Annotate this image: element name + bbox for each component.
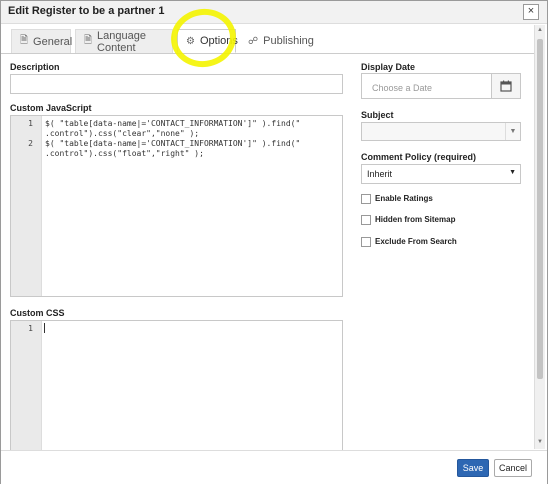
- dialog-titlebar: Edit Register to be a partner 1 ×: [1, 1, 547, 24]
- save-button[interactable]: Save: [457, 459, 489, 477]
- dialog-title: Edit Register to be a partner 1: [8, 5, 165, 17]
- subject-select[interactable]: ▼: [361, 122, 521, 141]
- hidden-from-sitemap-label: Hidden from Sitemap: [375, 215, 456, 224]
- subject-label: Subject: [361, 110, 394, 120]
- custom-css-label: Custom CSS: [10, 308, 65, 318]
- code-line: $( "table[data-name|='CONTACT_INFORMATIO…: [45, 139, 301, 148]
- date-placeholder: Choose a Date: [372, 83, 433, 93]
- description-input[interactable]: [10, 74, 343, 94]
- enable-ratings-checkbox[interactable]: [361, 194, 371, 204]
- code-line: $( "table[data-name|='CONTACT_INFORMATIO…: [45, 119, 301, 128]
- scroll-down-icon[interactable]: ▼: [536, 439, 544, 447]
- line-number: 2: [28, 139, 33, 148]
- hidden-from-sitemap-checkbox[interactable]: [361, 215, 371, 225]
- chevron-down-icon: ▼: [505, 123, 520, 140]
- close-button[interactable]: ×: [523, 4, 539, 20]
- tab-publishing-label: Publishing: [263, 35, 314, 47]
- comment-policy-select[interactable]: Inherit ▼: [361, 164, 521, 184]
- calendar-icon: [500, 80, 512, 92]
- custom-javascript-label: Custom JavaScript: [10, 103, 92, 113]
- scroll-up-icon[interactable]: ▲: [536, 27, 544, 35]
- chevron-down-icon: ▼: [509, 169, 516, 176]
- editor-gutter: [11, 321, 42, 451]
- line-number: 1: [28, 324, 33, 333]
- dialog-footer: Save Cancel: [1, 450, 547, 484]
- tab-publishing[interactable]: ☍ Publishing: [240, 29, 314, 53]
- tab-general-label: General: [33, 35, 73, 48]
- tab-language-content-label: Language Content: [97, 29, 146, 54]
- dialog-scrollbar[interactable]: ▲ ▼: [534, 25, 545, 449]
- page-icon: 🗎: [20, 35, 29, 46]
- css-editor[interactable]: 1: [10, 320, 343, 452]
- comment-policy-value: Inherit: [367, 169, 393, 179]
- exclude-from-search-checkbox[interactable]: [361, 237, 371, 247]
- scrollbar-thumb[interactable]: [537, 39, 543, 379]
- calendar-button[interactable]: [491, 74, 520, 98]
- tab-language-content[interactable]: 🗎 Language Content: [75, 29, 173, 54]
- share-icon: ☍: [248, 35, 259, 47]
- javascript-editor[interactable]: 1 2 $( "table[data-name|='CONTACT_INFORM…: [10, 115, 343, 297]
- line-number: 1: [28, 119, 33, 128]
- display-date-input[interactable]: Choose a Date: [361, 73, 521, 99]
- display-date-label: Display Date: [361, 62, 416, 72]
- edit-dialog: Edit Register to be a partner 1 × 🗎 Gene…: [0, 0, 548, 484]
- exclude-from-search-label: Exclude From Search: [375, 237, 457, 246]
- text-cursor: [44, 323, 45, 333]
- comment-policy-label: Comment Policy (required): [361, 152, 477, 162]
- tab-general[interactable]: 🗎 General: [11, 29, 73, 53]
- description-label: Description: [10, 62, 60, 72]
- code-line-wrap: .control").css("clear","none" );: [45, 129, 200, 138]
- page-icon: 🗎: [84, 35, 93, 46]
- code-line-wrap: .control").css("float","right" );: [45, 149, 204, 158]
- cancel-button[interactable]: Cancel: [494, 459, 532, 477]
- enable-ratings-label: Enable Ratings: [375, 194, 433, 203]
- tab-bar: 🗎 General 🗎 Language Content ⚙ Options ☍…: [1, 25, 536, 54]
